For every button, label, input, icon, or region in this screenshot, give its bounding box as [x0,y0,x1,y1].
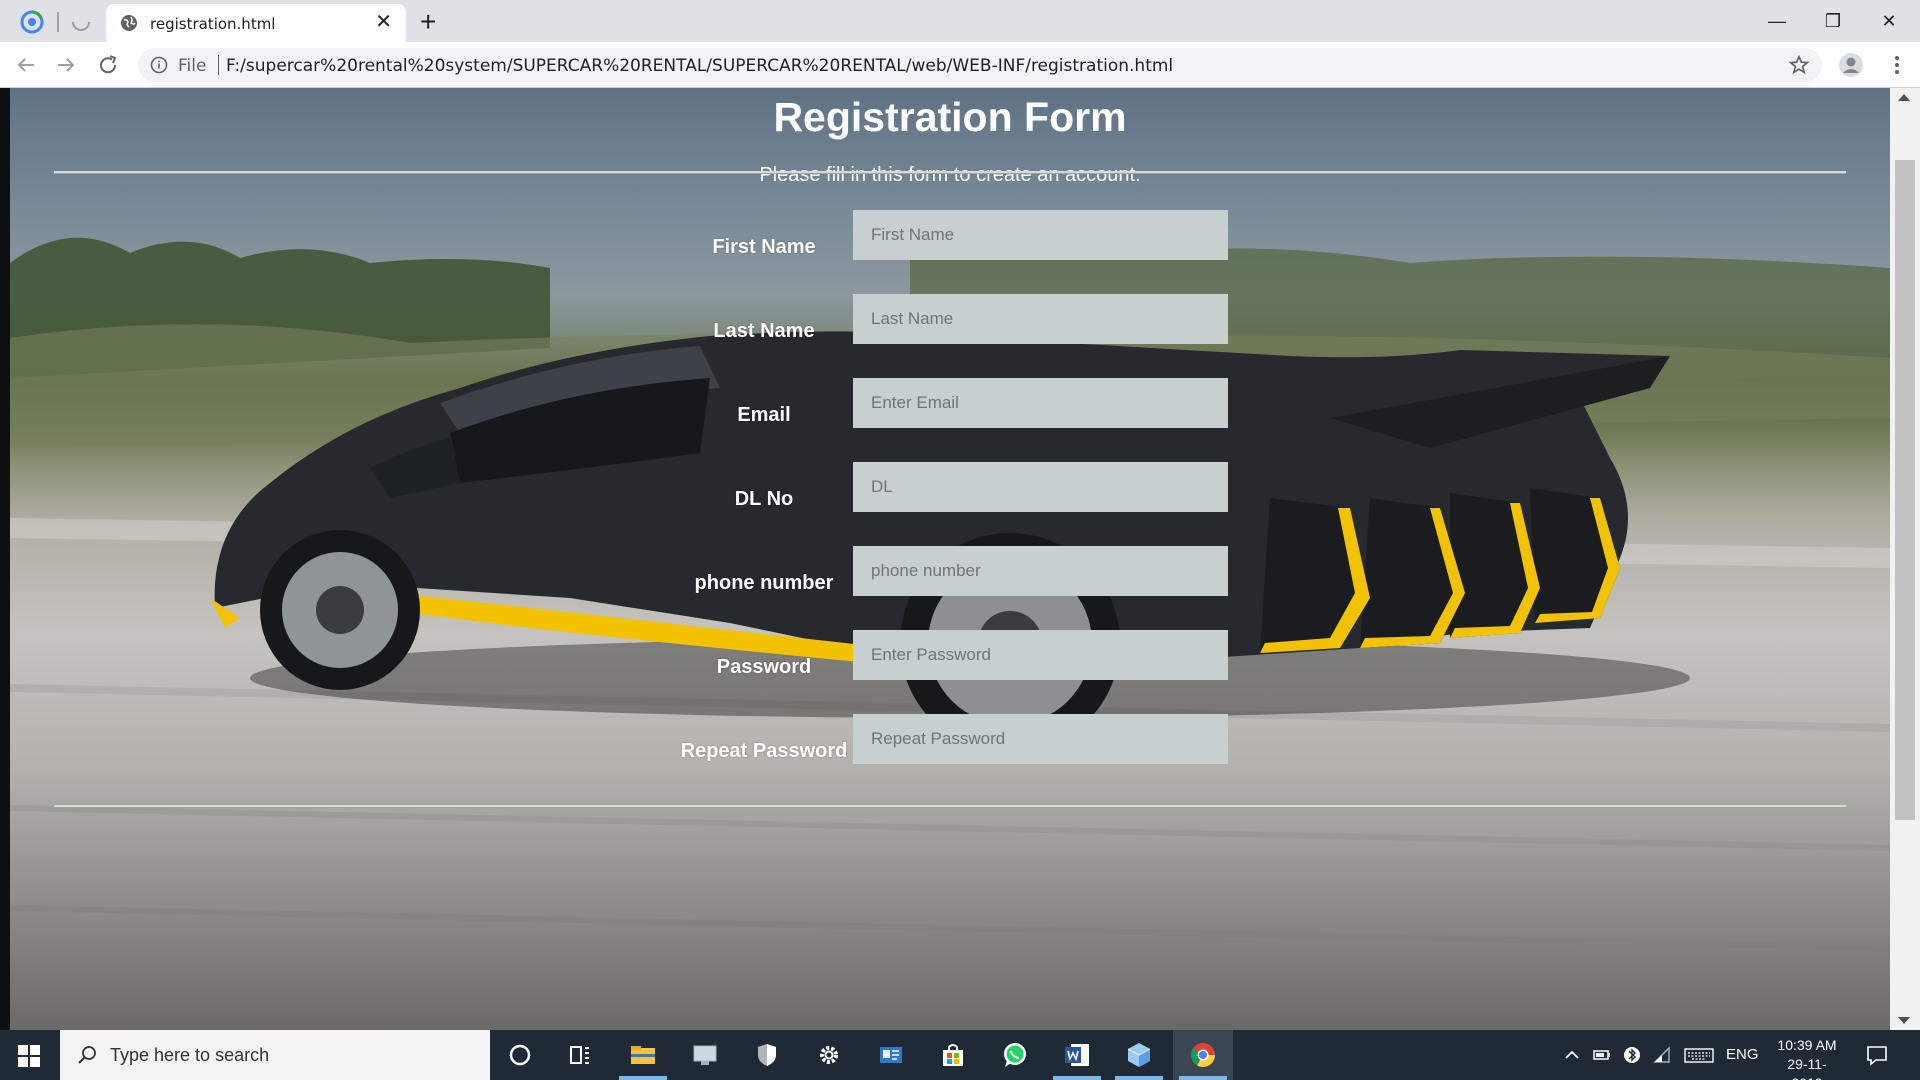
browser-toolbar: File F:/supercar%20rental%20system/SUPER… [0,42,1920,88]
page-viewport: Registration Form Please fill in this fo… [0,88,1920,1030]
first-name-input[interactable] [853,210,1228,260]
dl-no-input[interactable] [853,462,1228,512]
windows-security-shield-icon[interactable] [752,1040,782,1070]
page-title: Registration Form [773,94,1127,140]
bookmark-star-icon[interactable] [1788,54,1810,76]
page-subtitle: Please fill in this form to create an ac… [759,164,1141,186]
password-input[interactable] [853,630,1228,680]
repeat-password-input[interactable] [853,714,1228,764]
reload-icon[interactable] [96,53,120,77]
battery-icon[interactable] [1592,1046,1612,1064]
registration-page: Registration Form Please fill in this fo… [10,88,1890,1030]
last-name-input[interactable] [853,294,1228,344]
file-explorer-active-indicator [619,1076,667,1080]
loading-spinner-icon[interactable] [70,11,92,33]
action-center-notification-icon[interactable] [1866,1044,1888,1066]
settings-gear-icon[interactable] [814,1040,844,1070]
touch-keyboard-icon[interactable] [1684,1046,1714,1064]
3d-viewer-cube-icon[interactable] [1124,1040,1154,1070]
new-tab-icon[interactable]: + [420,6,436,38]
microsoft-store-icon[interactable] [938,1040,968,1070]
email-input[interactable] [853,378,1228,428]
microsoft-word-icon[interactable] [1062,1040,1092,1070]
url-text[interactable]: F:/supercar%20rental%20system/SUPERCAR%2… [226,56,1173,76]
task-view-icon[interactable] [565,1040,595,1070]
scroll-thumb[interactable] [1895,160,1915,820]
url-scheme: File [178,56,207,76]
page-scrollbar[interactable] [1890,88,1920,1030]
window-close-icon[interactable]: ✕ [1866,6,1912,36]
browser-tab-strip: registration.html ✕ + — ❐ ✕ [0,0,1920,42]
wifi-icon[interactable] [1652,1046,1672,1064]
search-icon [78,1046,96,1064]
search-placeholder: Type here to search [110,1045,270,1065]
input-language[interactable]: ENG [1726,1046,1759,1063]
address-bar[interactable]: File F:/supercar%20rental%20system/SUPER… [138,48,1822,82]
bluetooth-icon[interactable] [1622,1046,1642,1064]
3d-viewer-active-indicator [1115,1076,1163,1080]
contact-card-icon[interactable] [876,1040,906,1070]
file-explorer-icon[interactable] [628,1040,658,1070]
this-pc-icon[interactable] [690,1040,720,1070]
bottom-divider [54,805,1846,808]
tab-close-icon[interactable]: ✕ [375,12,392,32]
scroll-down-arrow-icon[interactable] [1898,1017,1910,1024]
active-tab[interactable]: registration.html ✕ [106,4,406,42]
word-active-indicator [1053,1076,1101,1080]
whatsapp-icon[interactable] [1000,1040,1030,1070]
clock[interactable]: 10:39 AM 29-11-2019 [1772,1036,1842,1080]
taskbar-search-box[interactable]: Type here to search [60,1030,490,1080]
top-divider [54,171,1846,174]
info-icon[interactable] [150,56,168,74]
kebab-menu-icon[interactable] [1886,54,1908,76]
phone-number-input[interactable] [853,546,1228,596]
scroll-up-arrow-icon[interactable] [1898,94,1910,101]
url-divider [218,55,219,75]
tab-separator [57,12,59,32]
windows-taskbar: Type here to search ENG 10:39 AM 29-11- [0,1030,1920,1080]
maximize-icon[interactable]: ❐ [1810,6,1856,36]
chrome-logo-icon[interactable] [20,10,44,34]
clock-time: 10:39 AM [1777,1037,1837,1053]
tab-title: registration.html [150,15,276,33]
show-hidden-icons-chevron-icon[interactable] [1562,1046,1582,1064]
chrome-taskbar-icon[interactable] [1188,1040,1218,1070]
profile-avatar-icon[interactable] [1838,52,1864,78]
clock-date: 29-11-2019 [1787,1056,1827,1080]
windows-start-icon[interactable] [18,1045,40,1067]
cortana-icon[interactable] [505,1040,535,1070]
back-arrow-icon[interactable] [14,53,38,77]
chrome-active-indicator [1179,1076,1227,1080]
minimize-icon[interactable]: — [1754,6,1800,36]
forward-arrow-icon[interactable] [54,53,78,77]
globe-icon [121,15,137,31]
